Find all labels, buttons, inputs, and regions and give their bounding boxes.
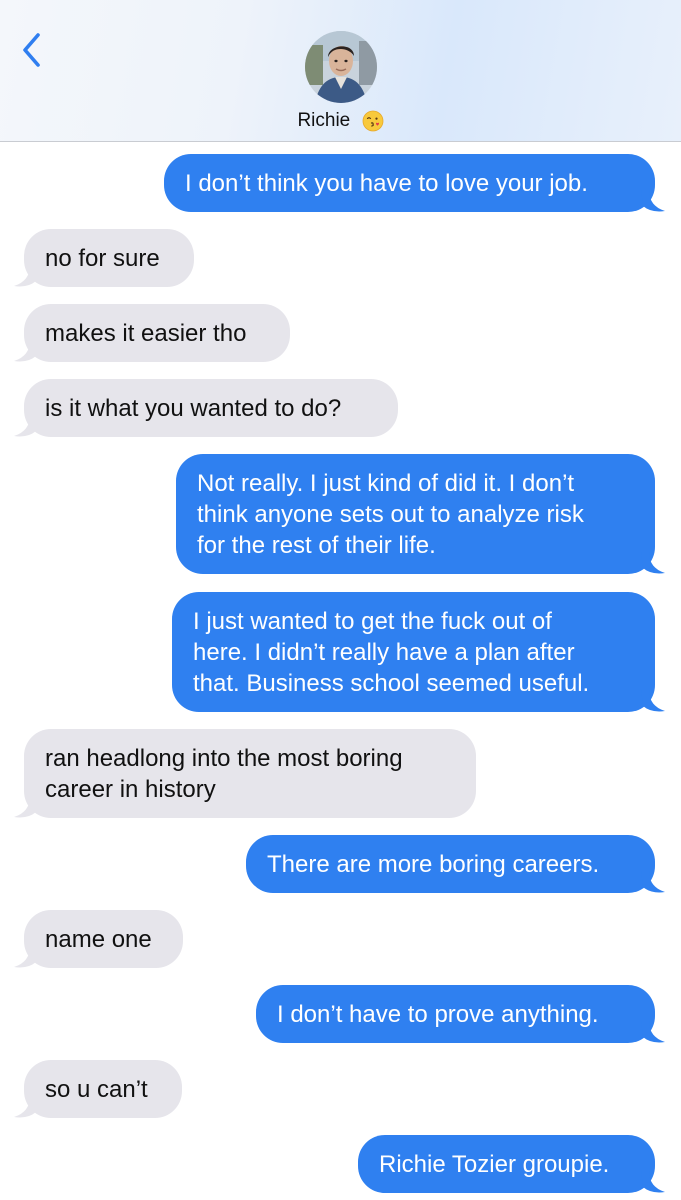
message-text-line: is it what you wanted to do? — [45, 395, 342, 422]
received-message-bubble[interactable]: so u can’t — [14, 1060, 182, 1118]
received-message-bubble[interactable]: is it what you wanted to do? — [14, 379, 398, 437]
contact-avatar[interactable] — [305, 31, 377, 103]
message-text-line: I don’t think you have to love your job. — [185, 170, 588, 197]
message-text-line: Richie Tozier groupie. — [379, 1151, 610, 1178]
bubble-tail — [641, 690, 665, 712]
bubble-tail — [14, 1096, 38, 1118]
message-text-line: career in history — [45, 776, 216, 803]
bubble-tail — [14, 946, 38, 968]
bubble-tail — [641, 1021, 665, 1043]
message-text-line: name one — [45, 926, 152, 953]
received-message-bubble[interactable]: name one — [14, 910, 183, 968]
message-text-line: for the rest of their life. — [197, 532, 436, 559]
contact-name-row[interactable]: Richie — [0, 110, 681, 132]
sent-message-bubble[interactable]: Not really. I just kind of did it. I don… — [176, 454, 665, 574]
message-text-line: Not really. I just kind of did it. I don… — [197, 470, 575, 497]
message-text-line: here. I didn’t really have a plan after — [193, 639, 575, 666]
message-text-line: so u can’t — [45, 1076, 148, 1103]
message-text-line: no for sure — [45, 245, 160, 272]
message-text-line: that. Business school seemed useful. — [193, 670, 590, 697]
bubble-tail — [641, 1171, 665, 1193]
conversation-header: Richie — [0, 0, 681, 142]
message-text-line: I don’t have to prove anything. — [277, 1001, 599, 1028]
kissing-face-emoji-icon — [362, 110, 383, 132]
bubble-tail — [641, 871, 665, 893]
message-text-line: There are more boring careers. — [267, 851, 600, 878]
message-text-line: ran headlong into the most boring — [45, 745, 403, 772]
received-message-bubble[interactable]: ran headlong into the most boring career … — [14, 729, 476, 818]
bubble-tail — [641, 190, 665, 212]
avatar-photo — [305, 31, 377, 103]
sent-message-bubble[interactable]: I don’t have to prove anything. — [256, 985, 665, 1043]
back-button[interactable] — [18, 30, 48, 70]
chevron-left-icon — [23, 33, 40, 67]
bubble-tail — [14, 796, 38, 818]
bubble-tail — [14, 415, 38, 437]
sent-message-bubble[interactable]: I just wanted to get the fuck out of here… — [172, 592, 665, 712]
received-message-bubble[interactable]: makes it easier tho — [14, 304, 290, 362]
sent-message-bubble[interactable]: There are more boring careers. — [246, 835, 665, 893]
contact-name: Richie — [297, 110, 351, 131]
bubble-tail — [14, 340, 38, 362]
sent-message-bubble[interactable]: I don’t think you have to love your job. — [164, 154, 665, 212]
conversation-screen: Richie I don’t think you have to love yo… — [0, 0, 681, 1200]
message-text-line: I just wanted to get the fuck out of — [193, 608, 552, 635]
sent-message-bubble[interactable]: Richie Tozier groupie. — [358, 1135, 665, 1193]
received-message-bubble[interactable]: no for sure — [14, 229, 194, 287]
bubble-tail — [14, 265, 38, 287]
message-text-line: think anyone sets out to analyze risk — [197, 501, 584, 528]
message-text-line: makes it easier tho — [45, 320, 247, 347]
bubble-tail — [641, 552, 665, 574]
